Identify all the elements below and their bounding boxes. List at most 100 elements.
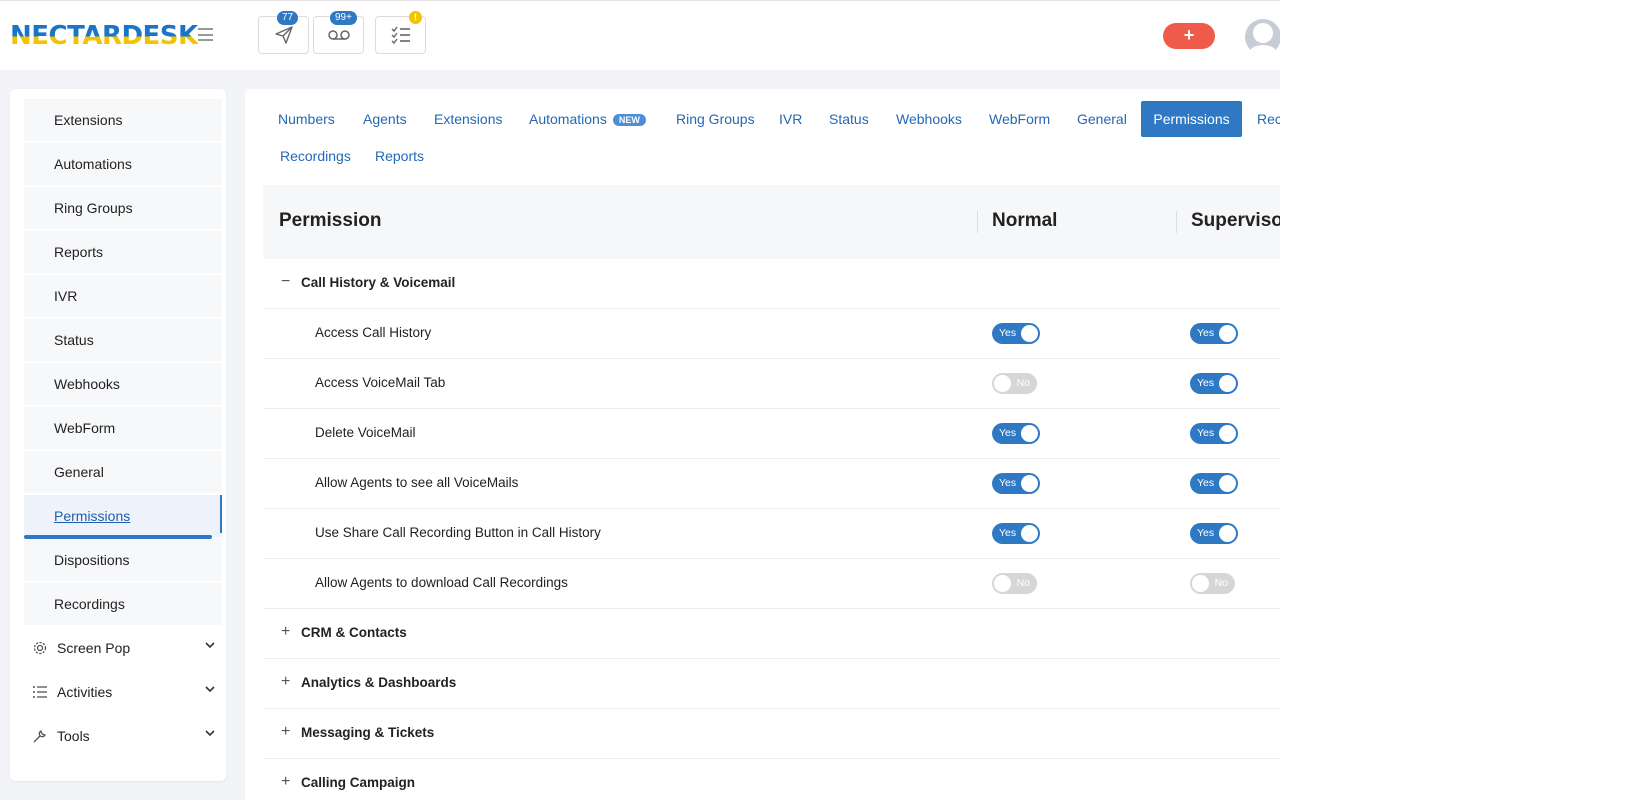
toggle-label: No [1016,577,1030,589]
tab-webhooks[interactable]: Webhooks [896,111,962,127]
sidebar-item-reports[interactable]: Reports [24,231,222,273]
tab-reports[interactable]: Reports [375,148,424,164]
tab-ivr[interactable]: IVR [779,111,802,127]
sidebar-item-label: Extensions [54,112,123,128]
permission-row: Access VoiceMail Tab No Yes [263,359,1280,409]
toggle-knob [1021,325,1038,342]
toggle-knob [1021,475,1038,492]
sidebar-item-permissions[interactable]: Permissions [24,495,222,539]
toggle-knob [1219,325,1236,342]
sidebar-item-status[interactable]: Status [24,319,222,361]
expand-icon[interactable]: + [281,623,290,641]
expand-icon[interactable]: + [281,673,290,691]
column-header-supervisor: Supervisor [1191,210,1280,231]
toggle-label: Yes [999,527,1017,539]
normal-toggle[interactable]: Yes [992,423,1040,444]
expand-icon[interactable]: + [281,773,290,791]
sidebar-item-webhooks[interactable]: Webhooks [24,363,222,405]
toggle-knob [1219,525,1236,542]
tab-general[interactable]: General [1077,111,1127,127]
normal-toggle[interactable]: Yes [992,473,1040,494]
sidebar-item-ring-groups[interactable]: Ring Groups [24,187,222,229]
tab-recordings[interactable]: Recordings [280,148,351,164]
expand-icon[interactable]: + [281,723,290,741]
sidebar-item-dispositions[interactable]: Dispositions [24,539,222,581]
sidebar-item-label: Recordings [54,596,125,612]
normal-toggle[interactable]: Yes [992,523,1040,544]
sidebar-item-label: WebForm [54,420,116,436]
add-new-button[interactable]: + [1163,23,1215,49]
section-row-crm-contacts[interactable]: + CRM & Contacts [263,609,1280,659]
outbound-button[interactable]: 77 [258,11,309,54]
sidebar-item-label: Status [54,332,94,348]
column-divider [1176,211,1177,233]
normal-toggle[interactable]: No [992,573,1037,594]
section-row-analytics-dashboards[interactable]: + Analytics & Dashboards [263,659,1280,709]
sidebar-item-ivr[interactable]: IVR [24,275,222,317]
sidebar-item-label: General [54,464,104,480]
toggle-label: Yes [1197,427,1215,439]
column-divider [977,211,978,233]
checklist-icon [391,26,410,44]
sidebar-item-label: Dispositions [54,552,130,568]
voicemail-button[interactable]: 99+ [313,11,364,54]
supervisor-toggle[interactable]: Yes [1190,373,1238,394]
chevron-down-icon [205,642,215,649]
tab-status[interactable]: Status [829,111,869,127]
sidebar-group-tools[interactable]: Tools [24,715,222,757]
toggle-label: No [1016,377,1030,389]
tab-rec[interactable]: Rec [1257,111,1280,127]
section-row-calling-campaign[interactable]: + Calling Campaign [263,759,1280,800]
tab-numbers[interactable]: Numbers [278,111,335,127]
tasks-badge: ! [409,11,422,24]
supervisor-toggle[interactable]: No [1190,573,1235,594]
outbound-badge: 77 [277,11,299,25]
chevron-down-icon [205,730,215,737]
permission-label: Allow Agents to download Call Recordings [315,575,568,590]
collapse-icon[interactable]: − [281,273,290,291]
section-row-messaging-tickets[interactable]: + Messaging & Tickets [263,709,1280,759]
tasks-button[interactable]: ! [375,11,426,54]
voicemail-badge: 99+ [330,11,357,25]
toggle-label: Yes [1197,327,1215,339]
voicemail-icon [327,30,350,40]
tab-ring-groups[interactable]: Ring Groups [676,111,755,127]
tab-agents[interactable]: Agents [363,111,407,127]
sidebar-item-webform[interactable]: WebForm [24,407,222,449]
sidebar-item-automations[interactable]: Automations [24,143,222,185]
section-row-call-history[interactable]: − Call History & Voicemail [263,259,1280,309]
toggle-knob [1219,425,1236,442]
sidebar-item-general[interactable]: General [24,451,222,493]
sidebar-item-label: IVR [54,288,78,304]
tab-permissions[interactable]: Permissions [1141,101,1242,137]
sidebar-group-activities[interactable]: Activities [24,671,222,713]
toggle-knob [1021,525,1038,542]
sidebar-item-recordings[interactable]: Recordings [24,583,222,625]
toggle-label: Yes [999,477,1017,489]
tab-webform[interactable]: WebForm [989,111,1050,127]
hamburger-menu-icon[interactable] [198,28,213,41]
user-avatar[interactable] [1245,19,1280,55]
supervisor-toggle[interactable]: Yes [1190,523,1238,544]
main-panel: Numbers Agents Extensions Automations NEW… [245,89,1280,800]
normal-toggle[interactable]: No [992,373,1037,394]
normal-toggle[interactable]: Yes [992,323,1040,344]
sidebar-group-screen-pop[interactable]: Screen Pop [24,627,222,669]
column-header-permission: Permission [279,210,382,231]
list-icon [33,686,47,698]
section-title: Messaging & Tickets [301,725,435,740]
top-header: NECTARDESK 77 99+ ! + [0,0,1280,70]
tab-extensions[interactable]: Extensions [434,111,502,127]
nectardesk-logo[interactable]: NECTARDESK [10,21,198,51]
column-header-normal: Normal [992,210,1058,231]
supervisor-toggle[interactable]: Yes [1190,423,1238,444]
supervisor-toggle[interactable]: Yes [1190,473,1238,494]
section-title: Call History & Voicemail [301,275,456,290]
sidebar-item-extensions[interactable]: Extensions [24,99,222,141]
supervisor-toggle[interactable]: Yes [1190,323,1238,344]
toggle-label: Yes [1197,527,1215,539]
tab-automations[interactable]: Automations NEW [529,111,646,127]
tab-label: Automations [529,111,607,127]
chevron-down-icon [205,686,215,693]
permission-label: Access VoiceMail Tab [315,375,446,390]
